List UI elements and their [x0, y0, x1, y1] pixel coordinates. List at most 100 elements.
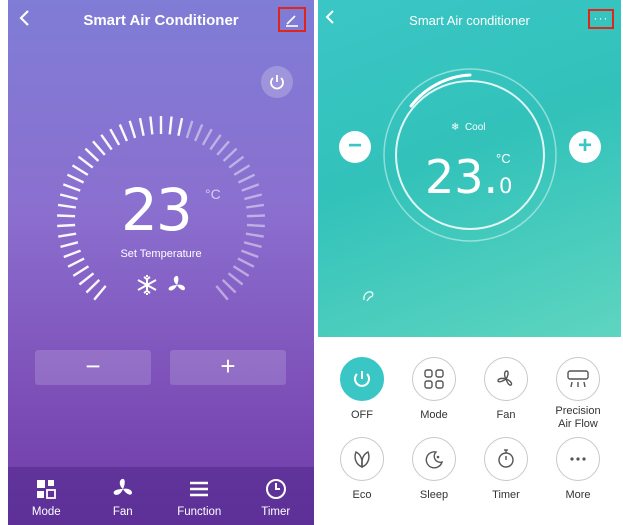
- sleep-button[interactable]: [412, 437, 456, 481]
- more-dots-icon: [570, 457, 586, 461]
- tab-timer[interactable]: Timer: [238, 467, 315, 525]
- dial-tick: [168, 116, 173, 135]
- dial-tick: [138, 117, 145, 137]
- control-label: OFF: [351, 409, 373, 421]
- power-button[interactable]: [340, 357, 384, 401]
- leaf-icon: [354, 451, 370, 469]
- dial-tick: [100, 134, 113, 151]
- tab-label: Mode: [31, 506, 61, 518]
- dial-tick: [246, 223, 265, 228]
- tab-function[interactable]: Function: [161, 467, 238, 525]
- temperature-decimal: 0: [499, 174, 513, 198]
- dial-tick: [128, 120, 137, 139]
- dial-tick: [243, 241, 262, 249]
- dial-tick: [221, 279, 237, 294]
- dial-tick: [62, 183, 81, 192]
- page-title: Smart Air conditioner: [409, 13, 530, 28]
- dial-tick: [118, 124, 129, 142]
- dial-tick: [233, 164, 251, 176]
- eco-button[interactable]: [340, 437, 384, 481]
- air-flow-button[interactable]: [556, 357, 600, 401]
- menu-icon: [187, 477, 211, 501]
- fan-icon: [168, 275, 185, 291]
- power-button[interactable]: [261, 66, 293, 98]
- increase-temperature-button[interactable]: +: [170, 350, 286, 385]
- dial-tick: [60, 241, 79, 249]
- air-flow-icon: [567, 370, 589, 388]
- control-label: Fan: [496, 409, 516, 421]
- moon-icon: [425, 451, 444, 469]
- dial-tick: [201, 128, 213, 146]
- dial-tick: [193, 124, 204, 142]
- dial-tick: [244, 193, 263, 201]
- mode-label: Cool: [464, 122, 486, 133]
- snowflake-icon: [137, 275, 157, 295]
- mode-button[interactable]: [412, 357, 456, 401]
- set-temperature-label: Set Temperature: [120, 248, 202, 260]
- tab-mode[interactable]: Mode: [8, 467, 85, 525]
- sleep-control[interactable]: Sleep: [396, 437, 472, 502]
- dial-tick: [245, 203, 265, 209]
- increase-temperature-button[interactable]: +: [569, 131, 601, 163]
- swing-icon: [363, 291, 374, 302]
- timer-button[interactable]: [484, 437, 528, 481]
- teal-ac-screen: Smart Air conditioner ··· − + ❄ Cool 23.…: [318, 0, 621, 525]
- snowflake-icon: ❄: [451, 122, 460, 133]
- control-label: More: [565, 489, 591, 501]
- tab-label: Fan: [112, 506, 133, 518]
- precision-air-flow-control[interactable]: Precision Air Flow: [540, 357, 616, 431]
- eco-control[interactable]: Eco: [324, 437, 400, 502]
- power-icon: [270, 75, 284, 90]
- dial-tick: [57, 214, 76, 218]
- control-label: Sleep: [419, 489, 449, 501]
- dial-tick: [77, 155, 94, 169]
- dial-tick: [58, 232, 77, 238]
- dial-tick: [149, 116, 154, 135]
- clock-icon: [264, 477, 288, 501]
- temperature-unit: °C: [205, 186, 221, 202]
- dial-tick: [85, 279, 101, 294]
- control-label: Precision Air Flow: [540, 405, 616, 431]
- dial-tick: [66, 173, 85, 184]
- more-options-button[interactable]: ···: [588, 9, 614, 29]
- fan-icon: [111, 477, 135, 501]
- current-temperature-value: 23.: [425, 150, 499, 204]
- timer-control[interactable]: Timer: [468, 437, 544, 502]
- tab-label: Function: [177, 506, 222, 518]
- decrease-temperature-button[interactable]: −: [339, 131, 371, 163]
- decrease-temperature-button[interactable]: −: [35, 350, 151, 385]
- dial-tick: [232, 265, 250, 277]
- power-icon: [354, 371, 370, 387]
- control-label: Mode: [420, 409, 448, 421]
- control-label-line: Air Flow: [558, 418, 598, 430]
- control-label: Timer: [492, 489, 520, 501]
- dial-tick: [246, 214, 265, 218]
- dial-tick: [59, 193, 78, 201]
- dial-tick: [177, 117, 184, 137]
- more-button[interactable]: [556, 437, 600, 481]
- dial-tick: [216, 140, 230, 156]
- fan-button[interactable]: [484, 357, 528, 401]
- dial-tick: [237, 173, 256, 184]
- dial-tick: [78, 272, 95, 286]
- edit-icon[interactable]: [278, 7, 306, 32]
- dial-tick: [57, 203, 77, 209]
- bottom-tab-bar: Mode Fan Function Timer: [8, 467, 314, 525]
- more-control[interactable]: More: [540, 437, 616, 502]
- dial-tick: [215, 285, 229, 301]
- off-control[interactable]: OFF: [324, 357, 400, 422]
- fan-control[interactable]: Fan: [468, 357, 544, 422]
- temperature-panel: Smart Air conditioner ··· − + ❄ Cool 23.…: [318, 0, 621, 337]
- dial-tick: [222, 147, 238, 162]
- fan-icon: [497, 370, 513, 386]
- tab-fan[interactable]: Fan: [85, 467, 162, 525]
- mode-control[interactable]: Mode: [396, 357, 472, 422]
- purple-ac-screen: Smart Air Conditioner 23 °C Set Temperat…: [8, 0, 314, 525]
- control-grid: OFF Mode Fan Precision Air Flow Eco Slee…: [318, 337, 621, 525]
- dial-tick: [72, 265, 90, 277]
- mode-indicator: ❄ Cool: [451, 122, 486, 133]
- control-label-line: Precision: [555, 405, 601, 417]
- dial-tick: [109, 128, 121, 146]
- dial-tick: [93, 285, 107, 301]
- dial-tick: [228, 155, 245, 169]
